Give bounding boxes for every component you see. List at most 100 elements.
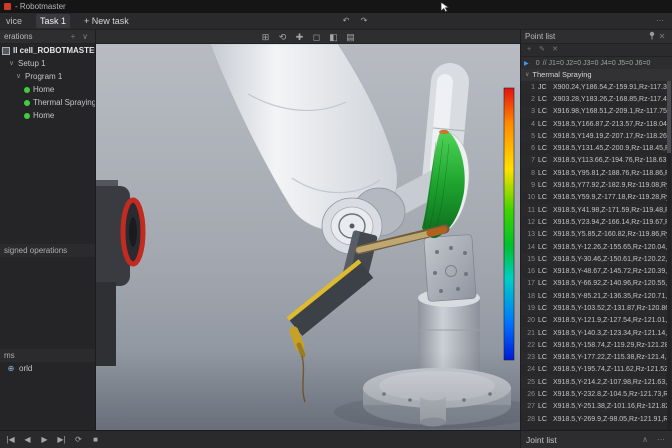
current-point-icon: ▶ bbox=[524, 60, 529, 67]
point-move-type: LC bbox=[538, 366, 547, 374]
point-move-type: LC bbox=[538, 317, 547, 325]
point-row[interactable]: 28 LC X918.5,Y-269.9,Z-98.05,Rz-121.91,R… bbox=[521, 413, 672, 425]
chevron-down-icon[interactable]: ∨ bbox=[15, 70, 22, 83]
pan-icon[interactable]: ✚ bbox=[294, 31, 306, 43]
chevron-down-icon[interactable]: ∨ bbox=[8, 57, 15, 70]
point-number: 14 bbox=[527, 243, 535, 251]
point-move-type: LC bbox=[538, 243, 547, 251]
first-point-icon[interactable]: |◀ bbox=[4, 432, 17, 448]
point-move-type: LC bbox=[538, 145, 547, 153]
point-row[interactable]: 25 LC X918.5,Y-214.2,Z-107.98,Rz-121.63,… bbox=[521, 376, 672, 389]
point-coordinates: X900.24,Y186.54,Z-159.91,Rz-117.33,Ry-5.… bbox=[553, 83, 670, 91]
point-row[interactable]: 12 LC X918.5,Y23.94,Z-166.14,Rz-119.67,R… bbox=[521, 216, 672, 228]
items-header[interactable]: ms bbox=[0, 349, 95, 362]
view-front-icon[interactable]: ◻ bbox=[311, 31, 323, 43]
point-coordinates: X918.5,Y149.19,Z-207.17,Rz-118.26,Ry-8.9… bbox=[553, 132, 670, 140]
next-point-icon[interactable]: ▶| bbox=[55, 432, 68, 448]
point-row[interactable]: 5 LC X918.5,Y149.19,Z-207.17,Rz-118.26,R… bbox=[521, 130, 672, 143]
zoom-fit-icon[interactable]: ⊞ bbox=[260, 31, 272, 43]
edit-point-icon[interactable]: ✎ bbox=[537, 44, 547, 56]
point-row[interactable]: 1 JC X900.24,Y186.54,Z-159.91,Rz-117.33,… bbox=[521, 81, 672, 94]
undo-icon[interactable]: ↶ bbox=[340, 15, 352, 27]
point-row[interactable]: 18 LC X918.5,Y-85.21,Z-136.35,Rz-120.71,… bbox=[521, 290, 672, 302]
point-row[interactable]: 9 LC X918.5,Y77.92,Z-182.9,Rz-119.08,Ry-… bbox=[521, 179, 672, 192]
point-row[interactable]: 17 LC X918.5,Y-66.92,Z-140.96,Rz-120.55,… bbox=[521, 277, 672, 291]
point-row[interactable]: 16 LC X918.5,Y-48.67,Z-145.72,Rz-120.39,… bbox=[521, 265, 672, 277]
redo-icon[interactable]: ↷ bbox=[358, 15, 370, 27]
point-row[interactable]: 2 LC X903.28,Y183.26,Z-168.85,Rz-117.45,… bbox=[521, 93, 672, 105]
point-move-type: LC bbox=[538, 157, 547, 165]
point-row[interactable]: 3 LC X916.98,Y168.51,Z-209.1,Rz-117.75,R… bbox=[521, 105, 672, 118]
pin-icon[interactable] bbox=[648, 31, 656, 42]
point-number: 16 bbox=[527, 268, 535, 276]
point-row[interactable]: 21 LC X918.5,Y-140.3,Z-123.34,Rz-121.14,… bbox=[521, 326, 672, 340]
tree-item-home-1[interactable]: Home bbox=[0, 83, 95, 96]
point-coordinates: X918.5,Y-12.26,Z-155.65,Rz-120.04,Ry-5.5… bbox=[553, 243, 670, 251]
point-row[interactable]: 6 LC X918.5,Y131.45,Z-200.9,Rz-118.45,Ry… bbox=[521, 142, 672, 154]
play-icon[interactable]: ▶ bbox=[38, 432, 51, 448]
prev-point-icon[interactable]: ◀ bbox=[21, 432, 34, 448]
robotmaster-window: - Robotmaster vice Task 1 + New task ↶ ↷… bbox=[0, 0, 672, 448]
menu-device[interactable]: vice bbox=[2, 14, 26, 28]
stop-icon[interactable]: ■ bbox=[89, 432, 102, 448]
point-row[interactable]: 26 LC X918.5,Y-232.8,Z-104.5,Rz-121.73,R… bbox=[521, 388, 672, 400]
point-move-type: LC bbox=[538, 329, 547, 337]
unassigned-operations-header[interactable]: signed operations bbox=[0, 244, 95, 257]
tab-task-1[interactable]: Task 1 bbox=[36, 14, 71, 28]
home-position-row[interactable]: ▶ 0 // J1=0 J2=0 J3=0 J4=0 J5=0 J6=0 bbox=[521, 57, 672, 69]
viewport[interactable]: ⊞ ⟲ ✚ ◻ ◧ ▤ bbox=[96, 30, 520, 430]
more-icon[interactable]: ⋯ bbox=[655, 434, 667, 446]
joint-list-bar[interactable]: Joint list ∧ ⋯ bbox=[520, 430, 672, 448]
point-coordinates: X918.5,Y131.45,Z-200.9,Rz-118.45,Ry-8.5,… bbox=[553, 145, 670, 153]
point-row[interactable]: 19 LC X918.5,Y-103.52,Z-131.87,Rz-120.86… bbox=[521, 302, 672, 315]
close-icon[interactable]: ✕ bbox=[656, 31, 668, 43]
add-point-icon[interactable]: + bbox=[524, 44, 534, 56]
chevron-up-icon[interactable]: ∧ bbox=[639, 434, 651, 446]
add-operation-icon[interactable]: + bbox=[67, 31, 79, 43]
point-row[interactable]: 20 LC X918.5,Y-121.9,Z-127.54,Rz-121.01,… bbox=[521, 315, 672, 327]
point-row[interactable]: 15 LC X918.5,Y-30.46,Z-150.61,Rz-120.22,… bbox=[521, 253, 672, 266]
new-task-button[interactable]: + New task bbox=[80, 14, 133, 28]
point-row[interactable]: 7 LC X918.5,Y113.66,Z-194.76,Rz-118.63,R… bbox=[521, 154, 672, 168]
point-row[interactable]: 13 LC X918.5,Y5.85,Z-160.82,Rz-119.86,Ry… bbox=[521, 228, 672, 241]
point-list-section[interactable]: ∨ Thermal Spraying bbox=[521, 69, 672, 81]
delete-point-icon[interactable]: ✕ bbox=[550, 44, 560, 56]
point-number: 22 bbox=[527, 341, 535, 349]
point-coordinates: X918.5,Y-85.21,Z-136.35,Rz-120.71,Ry-4.2… bbox=[553, 292, 670, 300]
point-coordinates: X903.28,Y183.26,Z-168.85,Rz-117.45,Ry-9.… bbox=[553, 95, 670, 103]
bottom-bar: |◀ ◀ ▶ ▶| ⟳ ■ Joint list ∧ ⋯ bbox=[0, 430, 672, 448]
collapse-panel-icon[interactable]: ∨ bbox=[79, 31, 91, 43]
point-row[interactable]: 22 LC X918.5,Y-158.74,Z-119.29,Rz-121.28… bbox=[521, 339, 672, 351]
loop-icon[interactable]: ⟳ bbox=[72, 432, 85, 448]
point-move-type: LC bbox=[538, 378, 547, 386]
point-coordinates: X918.5,Y41.98,Z-171.59,Rz-119.48,Ry-6.61… bbox=[553, 206, 670, 214]
tree-item-thermal-spraying[interactable]: Thermal Spraying bbox=[0, 96, 95, 109]
workpiece-fixture[interactable] bbox=[423, 234, 477, 302]
tree-item-home-2[interactable]: Home bbox=[0, 109, 95, 122]
point-row[interactable]: 4 LC X918.5,Y166.87,Z-213.57,Rz-118.04,R… bbox=[521, 118, 672, 130]
3d-scene[interactable] bbox=[96, 44, 520, 430]
point-move-type: LC bbox=[538, 120, 547, 128]
tree-item-world[interactable]: ⊕ orld bbox=[0, 362, 95, 375]
point-coordinates: X918.5,Y-140.3,Z-123.34,Rz-121.14,Ry-3.2… bbox=[553, 329, 670, 337]
tree-item-program[interactable]: ∨ Program 1 bbox=[0, 70, 95, 83]
status-dot-icon bbox=[24, 112, 30, 119]
point-list-scrollbar[interactable] bbox=[667, 81, 671, 430]
tree-item-setup[interactable]: ∨ Setup 1 bbox=[0, 57, 95, 70]
point-row[interactable]: 24 LC X918.5,Y-195.74,Z-111.62,Rz-121.52… bbox=[521, 364, 672, 376]
point-row[interactable]: 23 LC X918.5,Y-177.22,Z-115.38,Rz-121.4,… bbox=[521, 351, 672, 364]
point-row[interactable]: 8 LC X918.5,Y95.81,Z-188.76,Rz-118.86,Ry… bbox=[521, 167, 672, 179]
point-row[interactable]: 14 LC X918.5,Y-12.26,Z-155.65,Rz-120.04,… bbox=[521, 241, 672, 253]
joint-list-title: Joint list bbox=[526, 434, 557, 445]
more-icon[interactable]: ⋯ bbox=[654, 15, 666, 27]
section-view-icon[interactable]: ▤ bbox=[345, 31, 357, 43]
point-move-type: LC bbox=[538, 255, 547, 263]
view-iso-icon[interactable]: ◧ bbox=[328, 31, 340, 43]
point-row[interactable]: 27 LC X918.5,Y-251.38,Z-101.16,Rz-121.82… bbox=[521, 400, 672, 414]
point-move-type: LC bbox=[538, 194, 547, 202]
orbit-icon[interactable]: ⟲ bbox=[277, 31, 289, 43]
point-row[interactable]: 10 LC X918.5,Y59.9,Z-177.18,Rz-119.28,Ry… bbox=[521, 192, 672, 204]
point-number: 17 bbox=[527, 280, 535, 288]
point-row[interactable]: 11 LC X918.5,Y41.98,Z-171.59,Rz-119.48,R… bbox=[521, 203, 672, 217]
tree-item-cell[interactable]: ll cell_ROBOTMASTER_2.7 bbox=[0, 44, 95, 57]
